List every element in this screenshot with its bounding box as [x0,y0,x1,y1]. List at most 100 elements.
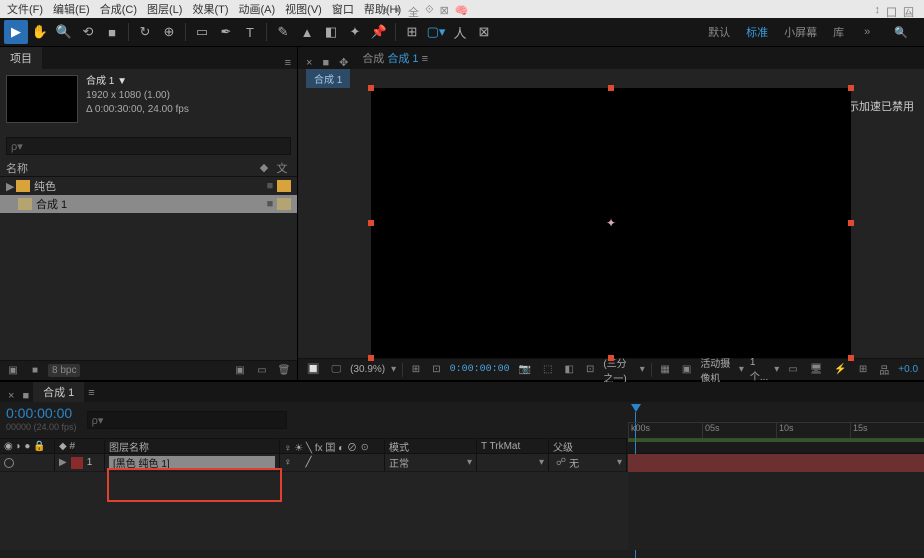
proxy-icon[interactable]: ■ [26,365,44,376]
layer-row[interactable]: ▶ 1 [黑色 纯色 1] ♀ ╱ 正常▾ [0,454,628,472]
col-index[interactable]: ◆ # [55,439,105,453]
zoom-tool[interactable]: 🔍 [52,20,76,44]
handle-mid-left[interactable] [368,220,374,226]
viewer-timecode[interactable]: 0:00:00:00 [450,364,510,375]
new-folder-icon[interactable]: ▭ [253,365,271,376]
flowchart-icon[interactable]: 品 [876,362,892,377]
menu-file[interactable]: 文件(F) [4,1,46,17]
fast-preview-icon[interactable]: ⚡ [831,364,849,375]
graph-icon[interactable]: ⟐ [425,4,434,20]
project-col-tag-icon[interactable]: ◆ [255,161,273,174]
menu-animation[interactable]: 动画(A) [236,1,279,17]
layer-duration-bar[interactable] [628,454,924,472]
exposure-value[interactable]: +0.0 [898,364,918,375]
blend-mode-dropdown[interactable]: 正常▾ [389,455,472,470]
composition-viewer[interactable]: 显示加速已禁用 ✦ [298,88,924,358]
viewer-tab-label[interactable]: 合成 合成 1 ≡ [354,47,436,69]
timeline-panel-icon[interactable]: ■ [18,390,33,402]
timeline-tab-menu-icon[interactable]: ≡ [84,384,98,402]
mask-icon[interactable]: ▣ [679,364,694,375]
trash-icon[interactable]: 🗑 [275,365,293,376]
project-col-name[interactable]: 名称 [6,160,255,176]
ws-overflow-icon[interactable]: » [860,26,874,38]
project-tab[interactable]: 项目 [0,47,42,69]
col-switches[interactable]: ♀ ☀ ╲ fx 囯 ◐ ⊘ ☉ [280,439,385,453]
orbit-tool[interactable]: ⟲ [76,20,100,44]
handle-top-mid[interactable] [608,85,614,91]
parent-dropdown[interactable]: 无▾ [569,455,622,470]
pen-tool[interactable]: ✒ [214,20,238,44]
graph-editor-icon[interactable]: 囜 [903,4,914,20]
rect-tool[interactable]: ▭ [190,20,214,44]
interpret-footage-icon[interactable]: ▣ [4,365,22,376]
search-help-icon[interactable]: 🔍 [890,26,912,39]
project-tree[interactable]: ▶ 纯色 ■ 合成 1 ■ [0,177,297,360]
camera-dropdown[interactable]: 活动摄像机 [700,355,733,385]
timeline-track-area[interactable] [628,454,924,550]
display-icon[interactable]: 🖵 [328,364,344,375]
handle-mid-right[interactable] [848,220,854,226]
expand-icon[interactable]: ↕ [875,4,881,20]
panel-drag-icon[interactable]: ✥ [335,56,352,69]
puppet-tool[interactable]: 📌 [367,20,391,44]
project-folder-row[interactable]: ▶ 纯色 ■ [0,177,297,195]
handle-bottom-left[interactable] [368,355,374,361]
show-snapshot-icon[interactable]: ⬚ [540,364,555,375]
close-timeline-icon[interactable]: × [4,390,18,402]
ws-standard[interactable]: 标准 [746,24,768,40]
snap-tool[interactable]: ▢▾ [424,20,448,44]
view-opt-icon[interactable]: ▭ [785,364,800,375]
handle-top-right[interactable] [848,85,854,91]
comp-tag-icon[interactable]: ■ [263,198,277,210]
region-icon[interactable]: ⊡ [583,364,597,375]
brush-tool[interactable]: ✎ [271,20,295,44]
menu-edit[interactable]: 编辑(E) [50,1,93,17]
draft3d-icon[interactable]: ⊠ [440,4,449,20]
rgb-icon[interactable]: ◧ [562,364,577,375]
lock-panel-icon[interactable]: ■ [318,57,333,69]
pickwhip-icon[interactable]: ☍ [553,457,569,468]
menu-effect[interactable]: 效果(T) [189,1,231,17]
timeline-ruler-area[interactable]: k00s 05s 10s 15s [628,402,924,438]
menu-view[interactable]: 视图(V) [282,1,325,17]
folder-toggle-icon[interactable]: ▶ [6,180,16,193]
guides-icon[interactable]: ▦ [657,364,672,375]
panel-menu-icon[interactable]: ≡ [279,57,297,69]
shy-icon[interactable]: ₪ [380,4,389,20]
brain-icon[interactable]: 🧠 [455,4,469,20]
resolution-icon[interactable]: ⊞ [409,364,423,375]
project-comp-row[interactable]: 合成 1 ■ [0,195,297,213]
col-mode[interactable]: 模式 [385,439,477,453]
columns-icon[interactable]: 囗 [886,4,897,20]
anchor-point-icon[interactable]: ✦ [604,216,618,230]
col-layer-name[interactable]: 图层名称 [105,439,280,453]
local-axis-tool[interactable]: ⊞ [400,20,424,44]
col-visibility[interactable]: ◉ ◗ ● 🔒 [0,439,55,453]
handle-top-left[interactable] [368,85,374,91]
eraser-tool[interactable]: ◧ [319,20,343,44]
camera-tool[interactable]: ■ [100,20,124,44]
timeline-tab[interactable]: 合成 1 [33,382,84,402]
mesh-tool[interactable]: ⊠ [472,20,496,44]
rotate-tool[interactable]: ↻ [133,20,157,44]
roto-tool[interactable]: ✦ [343,20,367,44]
viewer-flowchart-chip[interactable]: 合成 1 [306,69,350,88]
snap-options[interactable]: 人 [448,20,472,44]
hand-tool[interactable]: ✋ [28,20,52,44]
project-col-type-icon[interactable]: 文 [273,160,291,176]
ws-small[interactable]: 小屏幕 [784,24,817,40]
layer-switch-solo[interactable]: ╱ [306,457,312,468]
layer-name[interactable]: [黑色 纯色 1] [109,456,275,470]
handle-bottom-right[interactable] [848,355,854,361]
trkmat-dropdown[interactable]: ▾ [481,457,544,468]
project-search-input[interactable]: ρ▾ [6,137,291,155]
folder-tag-icon[interactable]: ■ [263,180,277,192]
close-panel-icon[interactable]: × [302,57,316,69]
views-dropdown[interactable]: 1个... [750,357,768,383]
timeline-timecode[interactable]: 0:00:00:00 00000 (24.00 fps) [6,407,77,433]
bpc-button[interactable]: 8 bpc [48,364,80,377]
zoom-dropdown[interactable]: (30.9%) [350,364,385,375]
menu-composition[interactable]: 合成(C) [97,1,140,17]
col-trkmat[interactable]: T TrkMat [477,439,549,453]
layer-color-chip[interactable] [71,457,83,469]
